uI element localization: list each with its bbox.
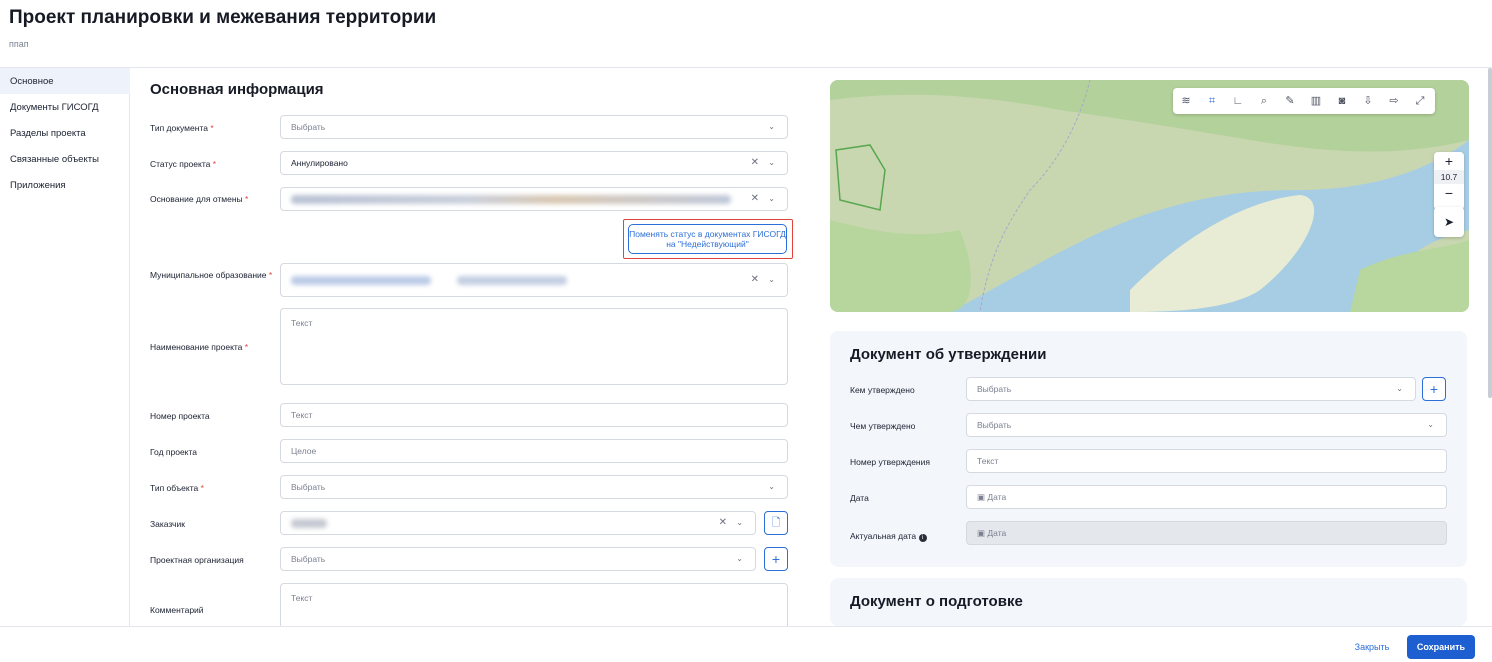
camera-icon[interactable]: ◙	[1334, 93, 1350, 109]
info-icon: i	[918, 534, 927, 542]
sidebar-item-gisogd-docs[interactable]: Документы ГИСОГД	[10, 102, 99, 113]
approved-by-select[interactable]: Выбрать ⌄	[966, 377, 1416, 401]
map-canvas	[830, 80, 1469, 312]
status-select[interactable]: Аннулировано ✕ ⌄	[280, 151, 788, 175]
footer: Закрыть Сохранить	[0, 626, 1492, 662]
zoom-control: + 10.7 −	[1434, 152, 1464, 210]
chevron-down-icon: ⌄	[768, 194, 775, 203]
approved-by-label: Кем утверждено	[850, 385, 915, 395]
close-button[interactable]: Закрыть	[1340, 635, 1404, 659]
navigate-icon[interactable]: ➤	[1434, 207, 1464, 237]
cancel-reason-select[interactable]: ✕ ⌄	[280, 187, 788, 211]
approval-number-input[interactable]: Текст	[966, 449, 1447, 473]
plus-icon[interactable]: +	[1434, 152, 1464, 170]
scrollbar[interactable]	[1488, 68, 1492, 398]
change-status-button[interactable]: Поменять статус в документах ГИСОГД на "…	[628, 224, 787, 254]
zoom-level: 10.7	[1434, 170, 1464, 184]
clear-icon[interactable]: ✕	[751, 188, 759, 210]
minus-icon[interactable]: −	[1434, 184, 1464, 202]
ruler-icon[interactable]: ∟	[1230, 93, 1246, 109]
page-header: Проект планировки и межевания территории…	[0, 0, 1492, 68]
plus-icon: +	[1429, 381, 1439, 397]
layers-icon[interactable]: ≋	[1178, 93, 1194, 109]
preparation-title: Документ о подготовке	[850, 593, 1023, 610]
actual-date-input: ▣ Дата	[966, 521, 1447, 545]
approval-card: Документ об утверждении Кем утверждено В…	[830, 331, 1467, 567]
cancel-reason-label: Основание для отмены *	[150, 194, 249, 204]
sidebar-item-main[interactable]: Основное	[10, 76, 54, 87]
chevron-down-icon: ⌄	[768, 158, 775, 167]
chevron-down-icon: ⌄	[1396, 384, 1403, 393]
sidebar-item-project-sections[interactable]: Разделы проекта	[10, 128, 86, 139]
approved-with-label: Чем утверждено	[850, 421, 916, 431]
preparation-card: Документ о подготовке	[830, 578, 1467, 626]
trash-icon[interactable]: ▥	[1308, 93, 1324, 109]
chevron-down-icon: ⌄	[1427, 420, 1434, 429]
approval-title: Документ об утверждении	[850, 346, 1047, 363]
sidebar-item-related-objects[interactable]: Связанные объекты	[10, 154, 99, 165]
import-icon[interactable]: ⇩	[1360, 93, 1376, 109]
doc-type-label: Тип документа *	[150, 123, 214, 133]
highlight-box: Поменять статус в документах ГИСОГД на "…	[623, 219, 793, 259]
approved-with-select[interactable]: Выбрать ⌄	[966, 413, 1447, 437]
date-input[interactable]: ▣ Дата	[966, 485, 1447, 509]
save-button[interactable]: Сохранить	[1407, 635, 1475, 659]
status-label: Статус проекта *	[150, 159, 217, 169]
map-forest-sw	[830, 220, 971, 312]
page-title: Проект планировки и межевания территории	[9, 7, 437, 28]
sidebar-item-attachments[interactable]: Приложения	[10, 180, 66, 191]
chevron-down-icon: ⌄	[768, 122, 775, 131]
page-subtitle: ппап	[9, 39, 29, 49]
redacted-value	[291, 195, 731, 204]
search-icon[interactable]: ⌕	[1256, 93, 1272, 109]
approval-number-label: Номер утверждения	[850, 457, 930, 467]
calendar-icon: ▣	[977, 492, 986, 502]
polygon-icon[interactable]: ⌗	[1204, 93, 1220, 109]
export-icon[interactable]: ⇨	[1386, 93, 1402, 109]
pencil-icon[interactable]: ✎	[1282, 93, 1298, 109]
sidebar: Основное Документы ГИСОГД Разделы проект…	[0, 68, 130, 626]
date-label: Дата	[850, 493, 869, 503]
actual-date-label: Актуальная дата i	[850, 531, 927, 542]
section-title: Основная информация	[150, 81, 324, 98]
fullscreen-icon[interactable]: ⤢	[1412, 93, 1428, 109]
main-form: Основная информация Тип документа * Выбр…	[130, 68, 808, 626]
map-toolbar: ≋ ⌗ ∟ ⌕ ✎ ▥ ◙ ⇩ ⇨ ⤢	[1173, 88, 1435, 114]
clear-icon[interactable]: ✕	[751, 152, 759, 174]
add-approver-button[interactable]: +	[1422, 377, 1446, 401]
map[interactable]: ≋ ⌗ ∟ ⌕ ✎ ▥ ◙ ⇩ ⇨ ⤢ + 10.7 − ➤	[830, 80, 1469, 312]
doc-type-select[interactable]: Выбрать ⌄	[280, 115, 788, 139]
calendar-icon: ▣	[977, 528, 986, 538]
